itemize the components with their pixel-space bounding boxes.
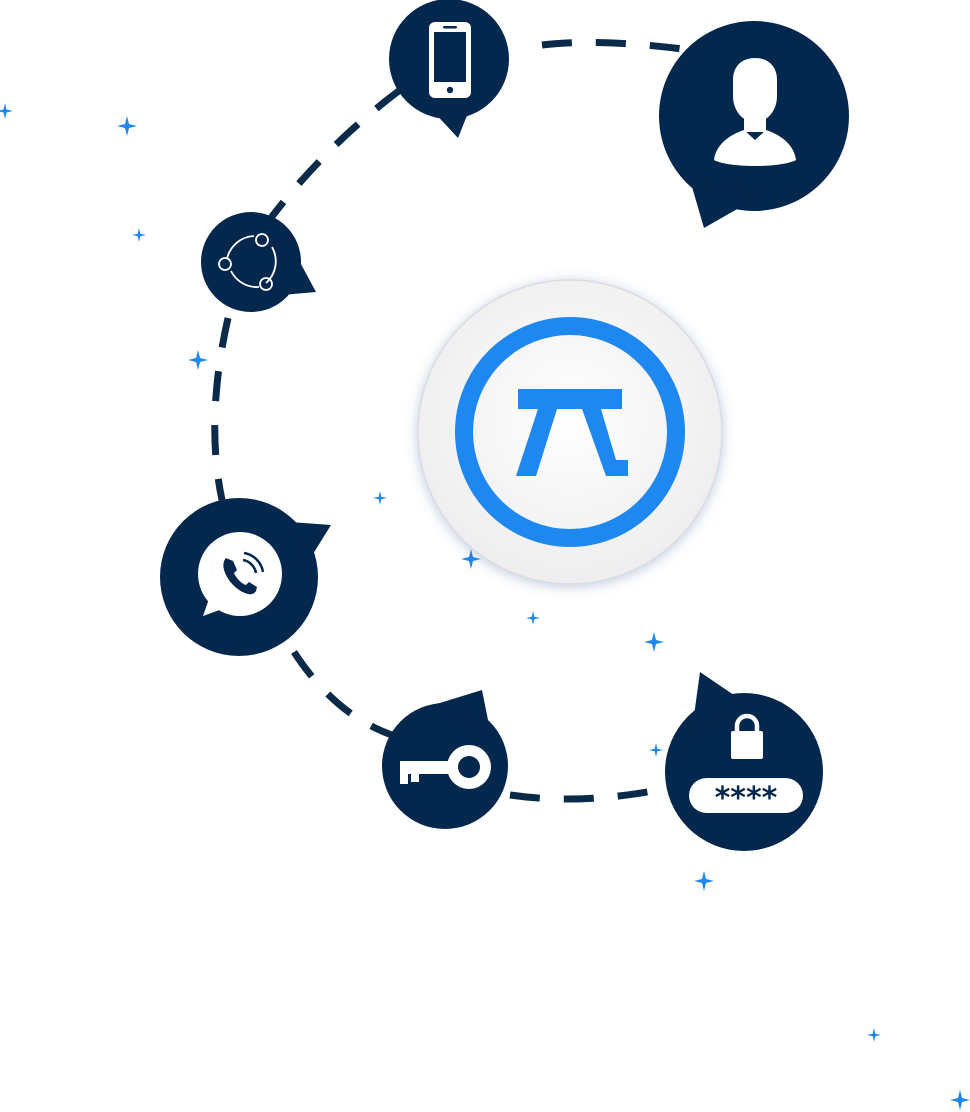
star-icon (526, 611, 540, 625)
node-phone (389, 0, 509, 138)
star-icon (132, 228, 146, 242)
node-password: **** (665, 672, 823, 851)
node-share (201, 212, 316, 312)
security-diagram: **** (0, 0, 970, 1110)
star-icon (694, 871, 714, 891)
node-user (659, 21, 849, 228)
center-logo (417, 279, 723, 585)
smartphone-icon (429, 22, 471, 98)
star-icon (373, 491, 387, 505)
star-icon (0, 103, 13, 119)
node-call (160, 498, 331, 656)
star-icon (950, 1090, 970, 1110)
sparkle-stars (0, 103, 970, 1110)
star-icon (117, 116, 137, 136)
node-key (382, 690, 508, 829)
star-icon (188, 350, 208, 370)
phone-call-bubble-icon (198, 532, 282, 616)
password-mask: **** (715, 781, 778, 816)
star-icon (867, 1028, 881, 1042)
star-icon (644, 632, 664, 652)
star-icon (649, 743, 663, 757)
password-field: **** (689, 778, 803, 816)
